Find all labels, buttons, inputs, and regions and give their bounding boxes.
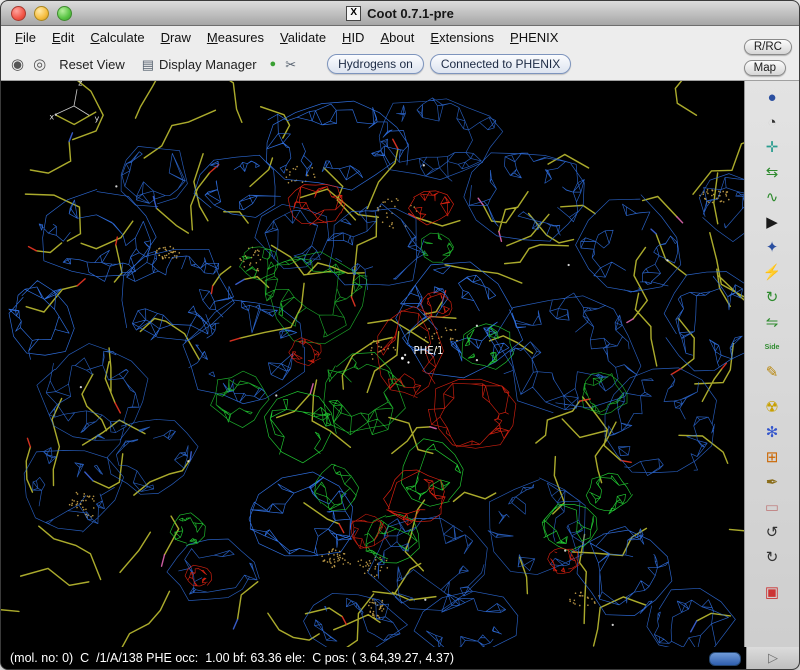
- minimize-button[interactable]: [34, 6, 49, 21]
- eraser-icon[interactable]: ▭: [760, 495, 784, 520]
- window-controls: [11, 6, 72, 21]
- svg-text:x: x: [49, 111, 54, 121]
- display-manager-label: Display Manager: [159, 57, 257, 72]
- refine-icon[interactable]: ⇆: [760, 160, 784, 185]
- toolbar-pills: Hydrogens on Connected to PHENIX: [327, 54, 571, 74]
- pan-mode-icon[interactable]: ✛: [760, 135, 784, 160]
- model-sticks-layer: [1, 81, 744, 647]
- molecular-viewport[interactable]: x y z PHE/1: [1, 81, 744, 647]
- display-manager-icon: ▤: [142, 58, 154, 71]
- corner-buttons: R/RC Map: [744, 39, 792, 76]
- window-title-text: Coot 0.7.1-pre: [367, 6, 454, 21]
- regularize-icon[interactable]: ∿: [760, 185, 784, 210]
- connect-led-icon[interactable]: ●: [270, 59, 277, 70]
- clock-icon[interactable]: ◔: [760, 110, 784, 135]
- mutate-icon[interactable]: ✎: [760, 360, 784, 385]
- x11-app-icon: X: [346, 6, 361, 21]
- resize-grip[interactable]: ▷: [746, 647, 799, 669]
- pepflip-icon[interactable]: ⇋: [760, 310, 784, 335]
- molecular-scene[interactable]: x y z PHE/1: [1, 81, 744, 647]
- reset-view-label: Reset View: [59, 57, 125, 72]
- display-manager-button[interactable]: ▤ Display Manager: [138, 55, 261, 74]
- menu-extensions[interactable]: Extensions: [422, 28, 502, 47]
- window-title: X Coot 0.7.1-pre: [346, 6, 454, 21]
- play-icon[interactable]: ▶: [760, 210, 784, 235]
- redo-icon[interactable]: ↻: [760, 545, 784, 570]
- main-area: xyz PHE/1 ●◔✛⇆∿▶✦⚡↻⇋Side✎☢✻⊞✒▭↺↻▣: [1, 81, 799, 647]
- svg-text:y: y: [95, 113, 100, 123]
- atom-label: PHE/1: [414, 345, 444, 357]
- coot-window: X Coot 0.7.1-pre FileEditCalculateDrawMe…: [0, 0, 800, 670]
- status-text: (mol. no: 0) C /1/A/138 PHE occ: 1.00 bf…: [1, 647, 709, 669]
- spin-view-icon[interactable]: ◉: [11, 57, 24, 72]
- menu-about[interactable]: About: [372, 28, 422, 47]
- density-mesh-layer: [9, 98, 744, 647]
- rotamer-icon[interactable]: ↻: [760, 285, 784, 310]
- add-residue-icon[interactable]: ⊞: [760, 445, 784, 470]
- map-button[interactable]: Map: [744, 60, 786, 76]
- phenix-connection-button[interactable]: Connected to PHENIX: [430, 54, 571, 74]
- atoms-icon[interactable]: ✻: [760, 420, 784, 445]
- zoom-button[interactable]: [57, 6, 72, 21]
- menu-validate[interactable]: Validate: [272, 28, 334, 47]
- menu-draw[interactable]: Draw: [153, 28, 199, 47]
- reset-view-button[interactable]: Reset View: [55, 55, 129, 74]
- main-toolbar: ◉ ◎ Reset View ▤ Display Manager ● ✂ Hyd…: [1, 48, 799, 81]
- svg-text:z: z: [78, 81, 82, 88]
- side-chain-icon[interactable]: Side: [760, 335, 784, 360]
- undo-icon[interactable]: ↺: [760, 520, 784, 545]
- radiation-icon[interactable]: ☢: [760, 395, 784, 420]
- menu-bar: FileEditCalculateDrawMeasuresValidateHID…: [1, 26, 799, 48]
- scissors-icon[interactable]: ✂: [285, 58, 296, 71]
- menu-calculate[interactable]: Calculate: [82, 28, 152, 47]
- brush-icon[interactable]: ✒: [760, 470, 784, 495]
- dot-surface-layer: [69, 166, 730, 620]
- menu-edit[interactable]: Edit: [44, 28, 82, 47]
- status-bar: (mol. no: 0) C /1/A/138 PHE occ: 1.00 bf…: [1, 647, 799, 669]
- axes-indicator: x y z: [49, 81, 99, 123]
- menu-file[interactable]: File: [7, 28, 44, 47]
- menu-phenix[interactable]: PHENIX: [502, 28, 566, 47]
- status-slider[interactable]: [709, 652, 741, 666]
- screenshot-icon[interactable]: ▣: [760, 580, 784, 605]
- auto-fit-icon[interactable]: ✦: [760, 235, 784, 260]
- menu-hid[interactable]: HID: [334, 28, 372, 47]
- hydrogens-toggle-button[interactable]: Hydrogens on: [327, 54, 424, 74]
- menu-measures[interactable]: Measures: [199, 28, 272, 47]
- sphere-icon[interactable]: ●: [760, 85, 784, 110]
- close-button[interactable]: [11, 6, 26, 21]
- right-toolbar: ●◔✛⇆∿▶✦⚡↻⇋Side✎☢✻⊞✒▭↺↻▣: [744, 81, 799, 647]
- title-bar[interactable]: X Coot 0.7.1-pre: [1, 1, 799, 26]
- record-view-icon[interactable]: ◎: [33, 57, 46, 72]
- grip-play-icon: ▷: [768, 650, 778, 666]
- rrc-button[interactable]: R/RC: [744, 39, 792, 55]
- terminal-residue-icon[interactable]: ⚡: [760, 260, 784, 285]
